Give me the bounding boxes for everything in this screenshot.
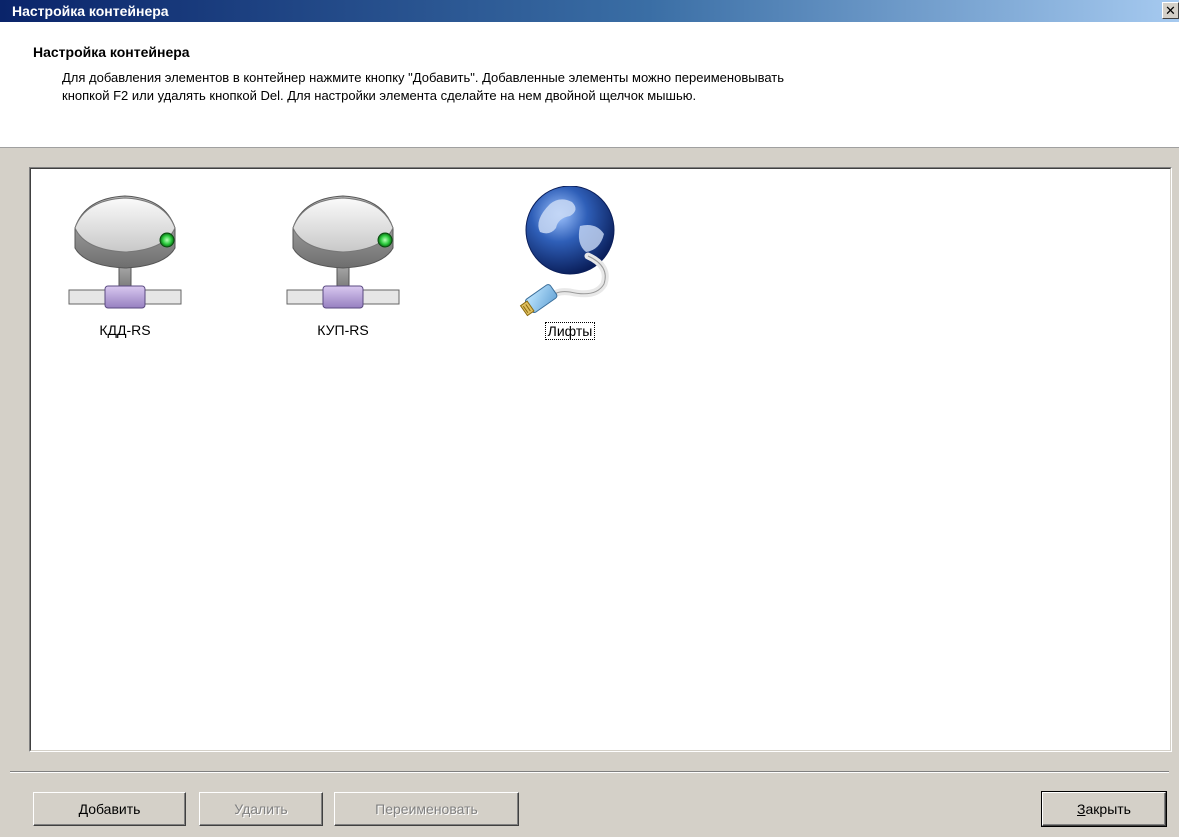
header-title: Настройка контейнера — [33, 44, 190, 60]
delete-button[interactable]: Удалить — [199, 792, 323, 826]
header-desc-line2: кнопкой F2 или удалять кнопкой Del. Для … — [62, 88, 697, 103]
item-label: КДД-RS — [99, 322, 151, 338]
title-bar: Настройка контейнера ✕ — [0, 0, 1179, 22]
item-label: Лифты — [544, 322, 596, 340]
container-item-kdd-rs[interactable]: КДД-RS — [50, 188, 200, 338]
header-desc-line1: Для добавления элементов в контейнер наж… — [62, 70, 785, 85]
close-button-label: Закрыть — [1077, 801, 1131, 817]
item-label: КУП-RS — [317, 322, 369, 338]
globe-network-icon — [519, 186, 615, 317]
close-button-mnemonic: З — [1077, 801, 1086, 817]
network-drive-icon — [286, 195, 400, 309]
close-window-button[interactable]: ✕ — [1162, 2, 1179, 19]
rename-button[interactable]: Переименовать — [334, 792, 519, 826]
window-title: Настройка контейнера — [12, 3, 169, 19]
close-button-rest: акрыть — [1085, 801, 1131, 817]
close-icon: ✕ — [1165, 3, 1176, 18]
bottom-separator — [10, 771, 1169, 773]
network-drive-icon — [68, 195, 182, 309]
container-item-kup-rs[interactable]: КУП-RS — [268, 188, 418, 338]
close-button[interactable]: Закрыть — [1041, 791, 1167, 827]
add-button[interactable]: Добавить — [33, 792, 186, 826]
container-items-view[interactable]: КДД-RS КУП-RS Лифты — [29, 167, 1172, 752]
header-panel: Настройка контейнера Для добавления элем… — [0, 22, 1179, 148]
header-description: Для добавления элементов в контейнер наж… — [62, 69, 1062, 105]
container-item-lifts[interactable]: Лифты — [495, 186, 645, 340]
